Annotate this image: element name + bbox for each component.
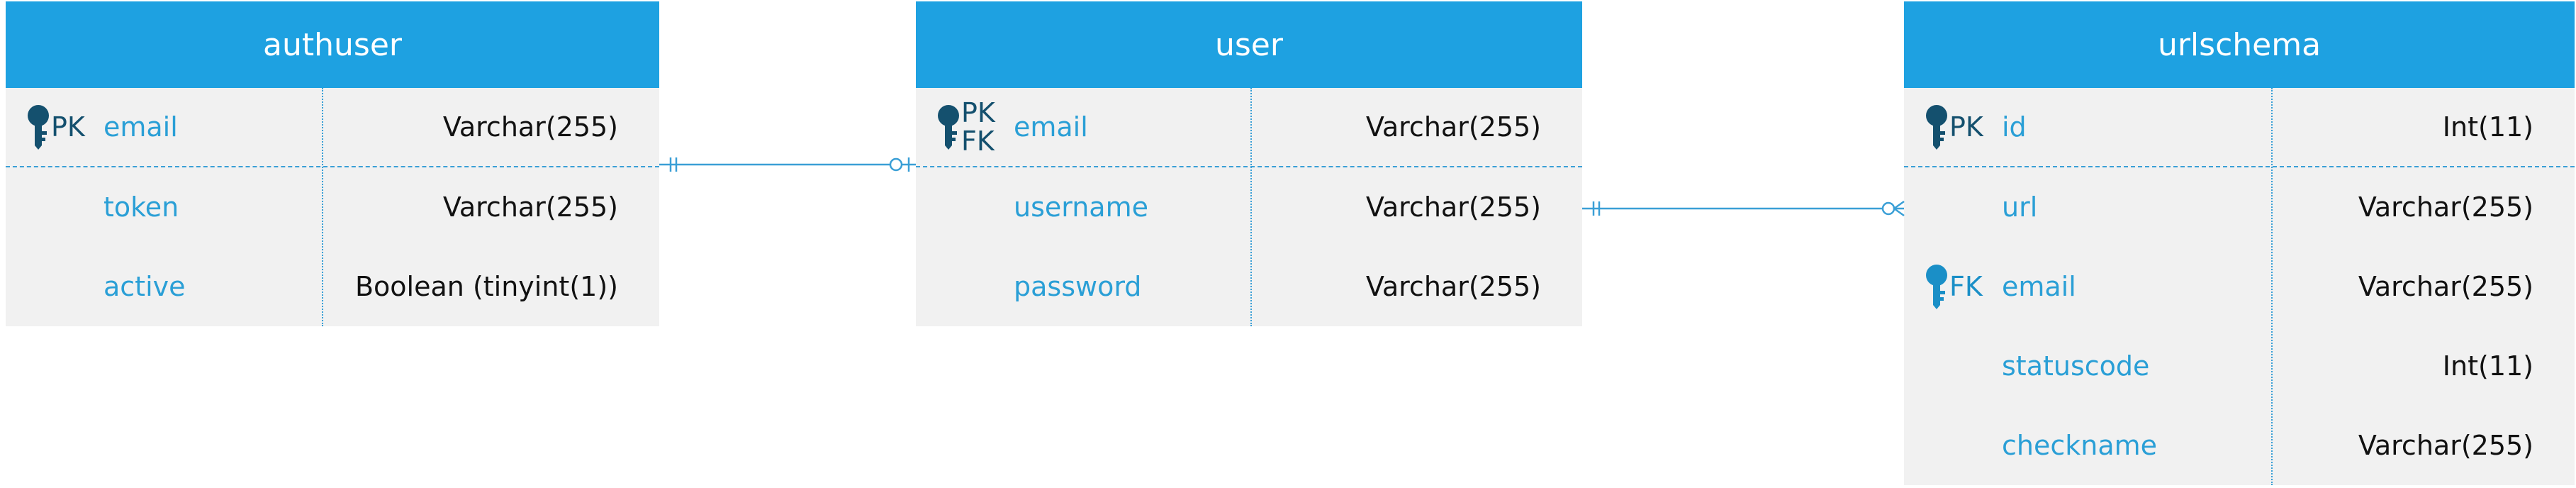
relationship-user-urlschema [1582, 200, 1905, 217]
relationship-lines [659, 157, 1905, 217]
relationship-authuser-user [659, 157, 916, 172]
